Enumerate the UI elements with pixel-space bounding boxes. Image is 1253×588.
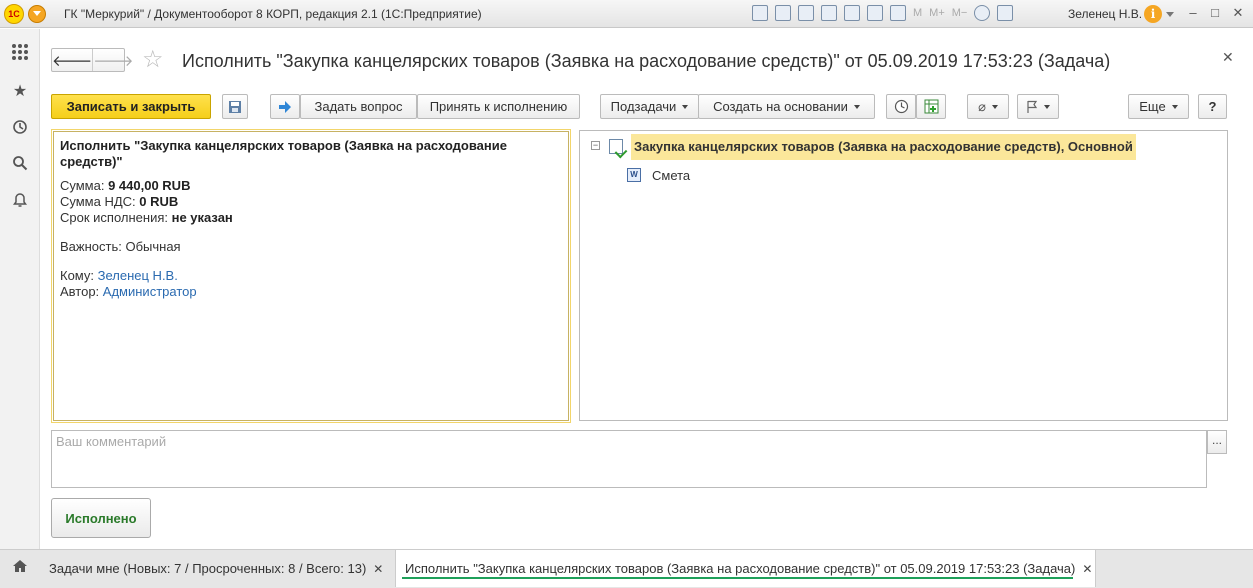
flag-menu-button[interactable] xyxy=(1017,94,1059,119)
tree-item-estimate[interactable]: Смета xyxy=(652,168,690,183)
chevron-down-icon xyxy=(853,104,860,109)
info-menu-chevron-down-icon[interactable] xyxy=(1166,12,1174,17)
window-titlebar: 1С ГК "Меркурий" / Документооборот 8 КОР… xyxy=(0,0,1253,28)
window-toolbar: M M+ M− xyxy=(752,5,1020,21)
done-button[interactable]: Исполнено xyxy=(51,498,151,538)
window-title: ГК "Меркурий" / Документооборот 8 КОРП, … xyxy=(64,6,482,21)
deadline-row: Срок исполнения: не указан xyxy=(60,210,233,225)
task-info-panel: Исполнить "Закупка канцелярских товаров … xyxy=(51,129,571,423)
vat-row: Сумма НДС: 0 RUB xyxy=(60,194,179,209)
search-icon[interactable] xyxy=(10,155,30,175)
save-icon[interactable] xyxy=(752,5,768,21)
page-title: Исполнить "Закупка канцелярских товаров … xyxy=(182,51,1111,71)
tab-label: Исполнить "Закупка канцелярских товаров … xyxy=(405,561,1076,576)
tab-label: Задачи мне (Новых: 7 / Просроченных: 8 /… xyxy=(49,561,367,576)
close-tab-icon[interactable]: ✕ xyxy=(373,562,383,576)
collapse-minus-icon[interactable]: − xyxy=(591,141,600,150)
calculator-icon[interactable] xyxy=(867,5,883,21)
paperclip-icon: ⌀ xyxy=(978,98,986,114)
current-user[interactable]: Зеленец Н.В. xyxy=(1068,7,1142,21)
save-button[interactable] xyxy=(222,94,248,119)
close-tab-icon[interactable]: ✕ xyxy=(1082,562,1092,576)
create-based-on-menu-button[interactable]: Создать на основании xyxy=(698,94,875,119)
subtasks-label: Подзадачи xyxy=(610,99,677,114)
help-button[interactable]: ? xyxy=(1198,94,1227,119)
favorites-star-icon[interactable]: ★ xyxy=(10,82,30,102)
task-info-title: Исполнить "Закупка канцелярских товаров … xyxy=(60,138,507,169)
task-form: 🡐 🡒 ☆ Исполнить "Закупка канцелярских то… xyxy=(41,29,1253,549)
importance-value: Обычная xyxy=(125,239,181,254)
author-link[interactable]: Администратор xyxy=(103,284,197,299)
active-tab-underline xyxy=(402,577,1073,579)
memory-mplus-button[interactable]: M+ xyxy=(929,5,945,21)
ask-question-button[interactable]: Задать вопрос xyxy=(300,94,417,119)
tab-my-tasks[interactable]: Задачи мне (Новых: 7 / Просроченных: 8 /… xyxy=(40,550,394,587)
clock-icon xyxy=(894,99,908,114)
minimize-icon[interactable]: – xyxy=(1186,6,1200,20)
recipient-link[interactable]: Зеленец Н.В. xyxy=(98,268,178,283)
table-add-icon xyxy=(924,99,938,114)
app-logo-icon: 1С xyxy=(4,3,24,24)
chevron-down-icon xyxy=(991,104,998,109)
save-and-close-button[interactable]: Записать и закрыть xyxy=(51,94,211,119)
chevron-down-icon xyxy=(682,104,689,109)
document-check-icon xyxy=(609,139,623,154)
tab-current-task[interactable]: Исполнить "Закупка канцелярских товаров … xyxy=(395,550,1096,587)
sections-grid-icon[interactable] xyxy=(10,43,30,63)
deadline-button[interactable] xyxy=(886,94,916,119)
forward-task-button[interactable] xyxy=(270,94,300,119)
add-subtask-button[interactable] xyxy=(916,94,946,119)
sum-row: Сумма: 9 440,00 RUB xyxy=(60,178,191,193)
author-row: Автор: Администратор xyxy=(60,284,197,299)
import-icon[interactable] xyxy=(844,5,860,21)
create-based-on-label: Создать на основании xyxy=(713,99,848,114)
close-form-icon[interactable]: ✕ xyxy=(1222,49,1234,66)
close-window-icon[interactable]: ✕ xyxy=(1231,6,1245,20)
navigation-buttons: 🡐 🡒 xyxy=(51,48,133,72)
more-menu-button[interactable]: Еще xyxy=(1128,94,1189,119)
panel-icon[interactable] xyxy=(997,5,1014,21)
forward-arrow-icon[interactable]: 🡒 xyxy=(92,49,133,71)
zoom-icon[interactable] xyxy=(974,5,991,21)
info-icon[interactable]: i xyxy=(1144,5,1162,23)
arrow-right-icon xyxy=(279,100,291,113)
memory-m-button[interactable]: M xyxy=(913,5,922,21)
comment-input[interactable]: Ваш комментарий xyxy=(51,430,1207,488)
importance-row: Важность: Обычная xyxy=(60,239,181,254)
print-icon[interactable] xyxy=(775,5,791,21)
accept-for-execution-button[interactable]: Принять к исполнению xyxy=(417,94,580,119)
side-panel: ★ xyxy=(0,29,40,549)
notifications-bell-icon[interactable] xyxy=(10,192,30,212)
deadline-value: не указан xyxy=(171,210,233,225)
chevron-down-icon xyxy=(1044,104,1050,109)
word-file-icon: W xyxy=(627,168,641,182)
tree-item-root[interactable]: Закупка канцелярских товаров (Заявка на … xyxy=(631,134,1136,160)
comment-more-button[interactable]: ... xyxy=(1207,430,1227,454)
calendar-icon[interactable] xyxy=(890,5,906,21)
attachments-menu-button[interactable]: ⌀ xyxy=(967,94,1009,119)
flag-icon xyxy=(1027,100,1038,113)
back-arrow-icon[interactable]: 🡐 xyxy=(52,49,92,71)
subtasks-menu-button[interactable]: Подзадачи xyxy=(600,94,699,119)
maximize-icon[interactable]: □ xyxy=(1208,6,1222,20)
memory-mminus-button[interactable]: M− xyxy=(952,5,968,21)
open-windows-tabbar: Задачи мне (Новых: 7 / Просроченных: 8 /… xyxy=(0,549,1253,588)
history-icon[interactable] xyxy=(10,119,30,139)
more-label: Еще xyxy=(1139,99,1166,114)
floppy-disk-icon xyxy=(229,100,241,113)
preview-icon[interactable] xyxy=(798,5,814,21)
chevron-down-icon xyxy=(1171,104,1178,109)
link-icon[interactable] xyxy=(821,5,837,21)
add-to-favorites-star-icon[interactable]: ☆ xyxy=(142,48,164,72)
home-icon[interactable] xyxy=(10,558,30,578)
recipient-row: Кому: Зеленец Н.В. xyxy=(60,268,178,283)
vat-value: 0 RUB xyxy=(139,194,179,209)
related-documents-tree: − Закупка канцелярских товаров (Заявка н… xyxy=(579,130,1228,421)
main-menu-icon[interactable] xyxy=(28,4,46,23)
sum-value: 9 440,00 RUB xyxy=(108,178,191,193)
